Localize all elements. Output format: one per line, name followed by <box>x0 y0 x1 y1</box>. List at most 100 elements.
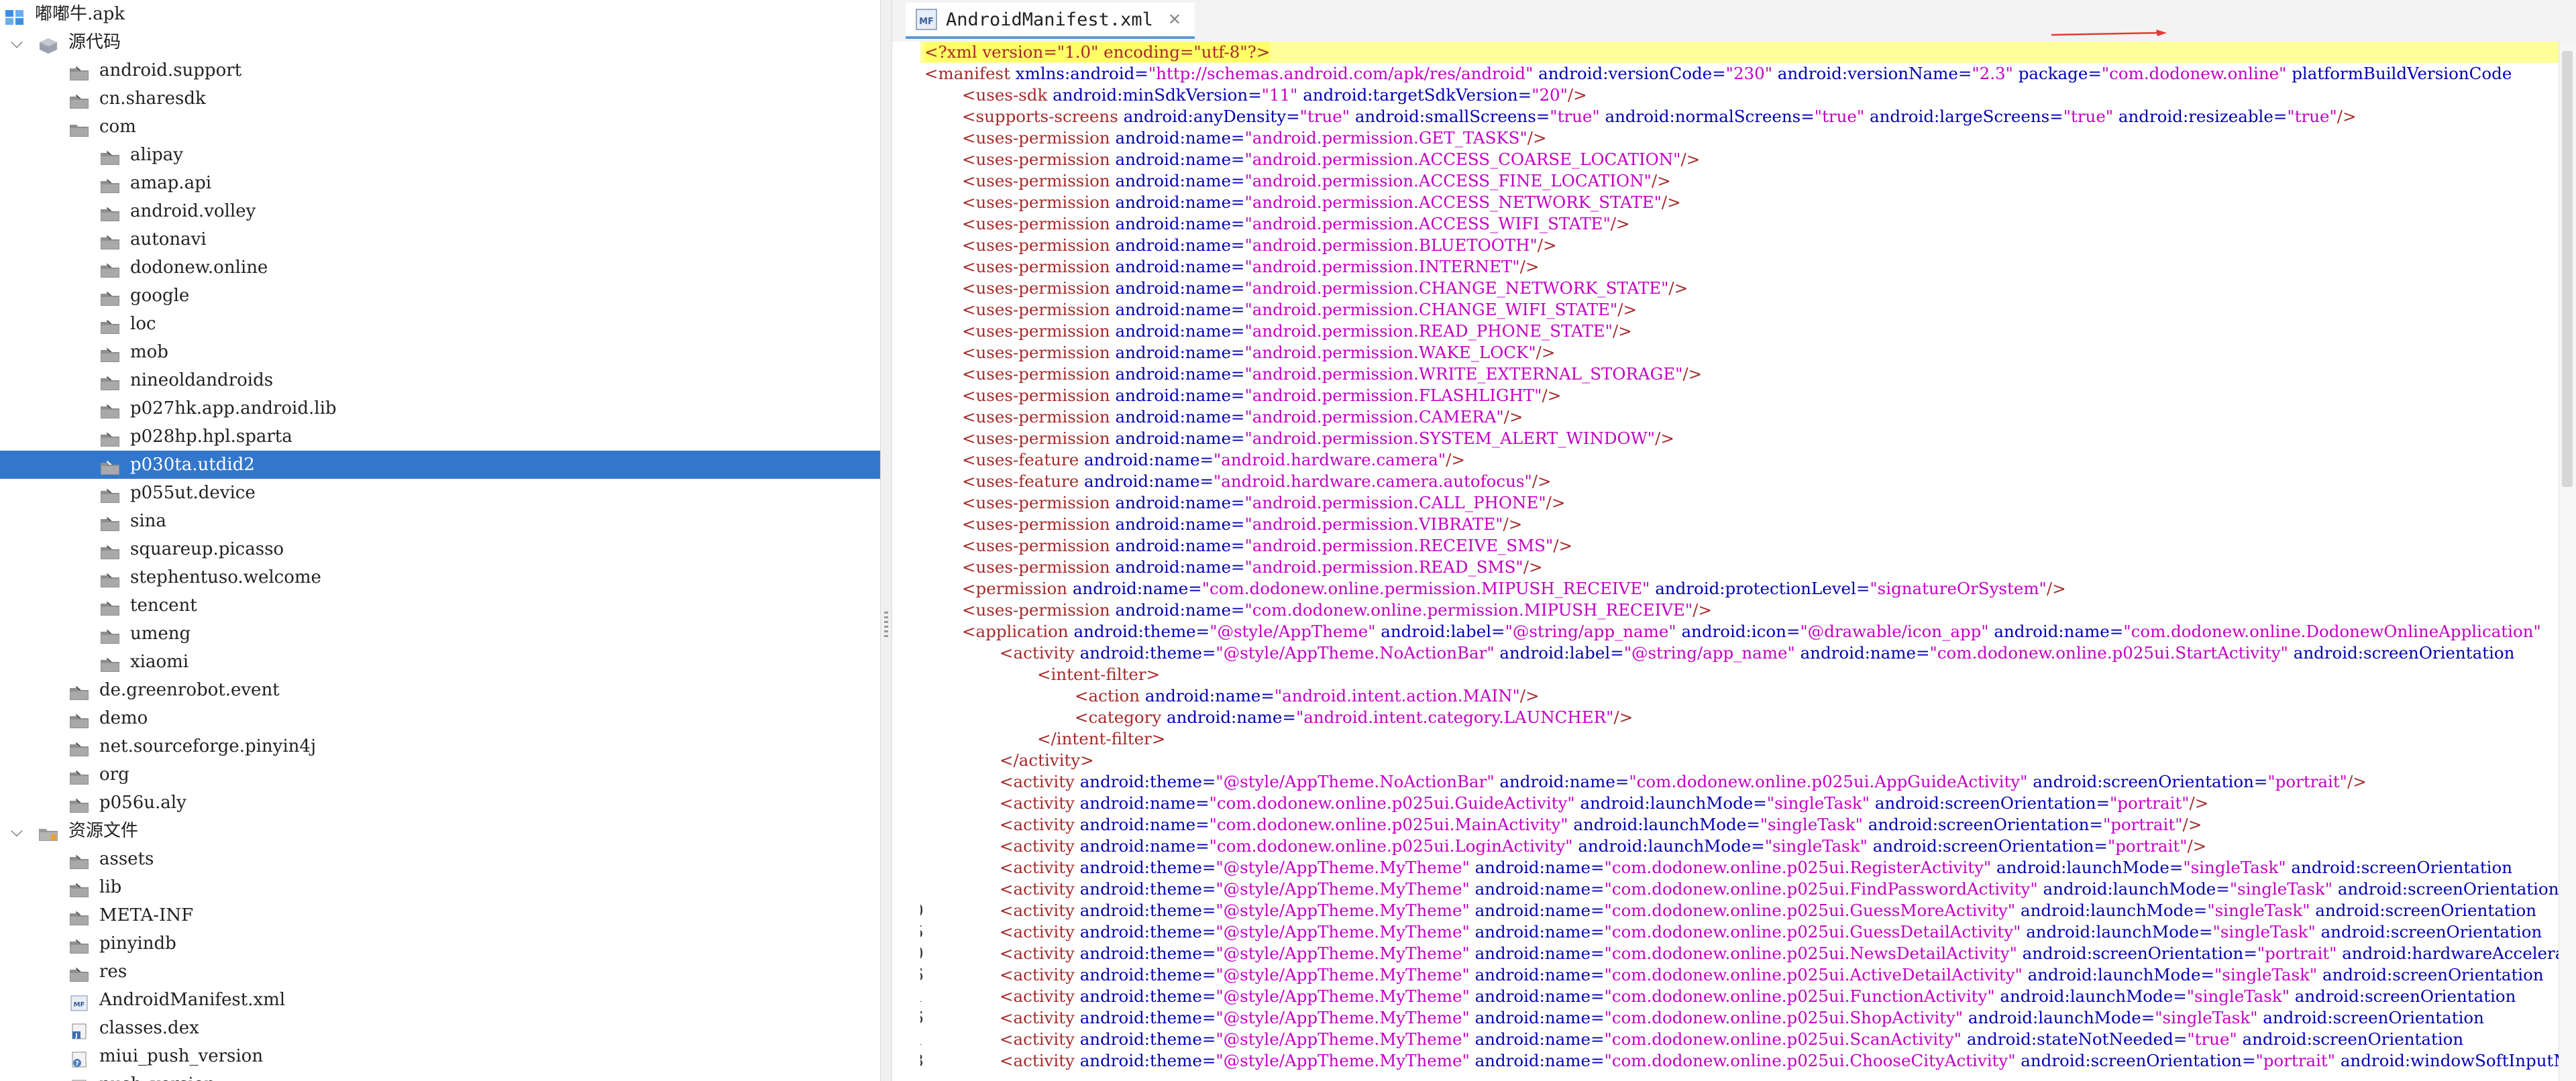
tree-package-p028hp[interactable]: ›p028hp.hpl.sparta <box>0 422 880 451</box>
close-icon[interactable]: ✕ <box>1168 10 1181 29</box>
code-line[interactable]: 38<uses-permission android:name="android… <box>920 428 2559 449</box>
code-line[interactable]: 54<uses-permission android:name="com.dod… <box>920 600 2559 621</box>
code-line[interactable]: <?xml version="1.0" encoding="utf-8"?> <box>920 42 2559 63</box>
code-line[interactable]: 30<uses-permission android:name="android… <box>920 299 2559 321</box>
tree-package-mob[interactable]: ›mob <box>0 338 880 366</box>
folder-icon <box>99 288 121 306</box>
tree-res-res[interactable]: ›res <box>0 958 880 986</box>
vertical-scrollbar[interactable] <box>2559 42 2576 1081</box>
xml-close-tag: </activity> <box>1000 750 1094 770</box>
pane-splitter[interactable] <box>880 0 892 1081</box>
tree-package-p055ut[interactable]: ›p055ut.device <box>0 479 880 507</box>
code-line[interactable]: 47<uses-permission android:name="android… <box>920 535 2559 557</box>
code-line[interactable]: 41<uses-feature android:name="android.ha… <box>920 471 2559 492</box>
tree-package-com[interactable]: ⌵com <box>0 113 880 141</box>
tree-package-tencent[interactable]: ›tencent <box>0 591 880 620</box>
code-line[interactable]: 28<uses-permission android:name="android… <box>920 256 2559 278</box>
code-line[interactable]: 29<uses-permission android:name="android… <box>920 278 2559 299</box>
code-line[interactable]: 12<supports-screens android:anyDensity="… <box>920 106 2559 127</box>
tree-package-sina[interactable]: ›sina <box>0 507 880 535</box>
code-line[interactable]: 24<uses-permission android:name="android… <box>920 192 2559 213</box>
code-line[interactable]: 82<activity android:name="com.dodonew.on… <box>920 814 2559 836</box>
code-line[interactable]: 7<uses-sdk android:minSdkVersion="11" an… <box>920 84 2559 106</box>
code-line[interactable]: 100<activity android:theme="@style/AppTh… <box>920 900 2559 921</box>
xml-tag: <uses-permission <box>962 407 1110 426</box>
code-line[interactable]: 73</activity> <box>920 750 2559 771</box>
tree-package-umeng[interactable]: ›umeng <box>0 620 880 648</box>
code-line[interactable]: 48<uses-permission android:name="android… <box>920 557 2559 578</box>
code-line[interactable]: 23<uses-permission android:name="android… <box>920 170 2559 192</box>
xml-attribute: android:theme= <box>1079 643 1216 663</box>
tree-package-squareup-picasso[interactable]: ›squareup.picasso <box>0 535 880 563</box>
tree-package-p027hk[interactable]: ›p027hk.app.android.lib <box>0 394 880 422</box>
code-line[interactable]: 90<activity android:theme="@style/AppThe… <box>920 857 2559 878</box>
code-line[interactable]: 2<manifest xmlns:android="http://schemas… <box>920 63 2559 84</box>
tree-root-apk[interactable]: 嘟嘟牛.apk <box>0 0 880 28</box>
code-line[interactable]: 43<uses-permission android:name="android… <box>920 492 2559 514</box>
tree-res-pinyindb[interactable]: ›pinyindb <box>0 929 880 958</box>
tree-file-androidmanifest[interactable]: MF AndroidManifest.xml <box>0 986 880 1014</box>
tree-package-demo[interactable]: ›demo <box>0 704 880 732</box>
code-line[interactable]: 63<intent-filter> <box>920 664 2559 685</box>
tree-file-miui-push-version[interactable]: ? miui_push_version <box>0 1042 880 1070</box>
tree-package-p030ta[interactable]: ›p030ta.utdid2 <box>0 451 880 479</box>
code-line[interactable]: 71<category android:name="android.intent… <box>920 707 2559 728</box>
code-line[interactable]: 138<activity android:theme="@style/AppTh… <box>920 1050 2559 1072</box>
code-line[interactable]: 40<uses-feature android:name="android.ha… <box>920 449 2559 471</box>
code-line[interactable]: 32<uses-permission android:name="android… <box>920 342 2559 363</box>
tree-res-meta-inf[interactable]: ›META-INF <box>0 901 880 929</box>
tree-resources[interactable]: ⌵ 资源文件 <box>0 817 880 845</box>
tree-package-amap-api[interactable]: ›amap.api <box>0 169 880 197</box>
code-line[interactable]: 36<uses-permission android:name="android… <box>920 406 2559 428</box>
chevron-down-icon[interactable]: ⌵ <box>8 28 25 56</box>
code-line[interactable]: 131<activity android:theme="@style/AppTh… <box>920 1029 2559 1050</box>
code-line[interactable]: 51<permission android:name="com.dodonew.… <box>920 578 2559 600</box>
code-line[interactable]: 126<activity android:theme="@style/AppTh… <box>920 1007 2559 1029</box>
code-line[interactable]: 74<activity android:theme="@style/AppThe… <box>920 771 2559 793</box>
tab-androidmanifest[interactable]: MF AndroidManifest.xml ✕ <box>906 3 1195 39</box>
code-line[interactable]: 116<activity android:theme="@style/AppTh… <box>920 964 2559 986</box>
tree-package-google[interactable]: ›google <box>0 282 880 310</box>
code-line[interactable]: 45<uses-permission android:name="android… <box>920 514 2559 535</box>
code-line[interactable]: 56<application android:theme="@style/App… <box>920 621 2559 642</box>
tree-package-xiaomi[interactable]: ›xiaomi <box>0 648 880 676</box>
code-line[interactable]: 21<uses-permission android:name="android… <box>920 149 2559 170</box>
code-view[interactable]: <?xml version="1.0" encoding="utf-8"?>2<… <box>920 42 2559 1081</box>
splitter-grip-icon[interactable] <box>884 612 888 638</box>
tree-package-org[interactable]: ›org <box>0 760 880 789</box>
code-line[interactable]: 86<activity android:name="com.dodonew.on… <box>920 836 2559 857</box>
tree-package-loc[interactable]: ›loc <box>0 310 880 338</box>
code-line[interactable]: 95<activity android:theme="@style/AppThe… <box>920 878 2559 900</box>
code-line[interactable]: 69<action android:name="android.intent.a… <box>920 685 2559 707</box>
tree-package-autonavi[interactable]: ›autonavi <box>0 225 880 253</box>
tree-package-pinyin4j[interactable]: ›net.sourceforge.pinyin4j <box>0 732 880 760</box>
code-line[interactable]: 105<activity android:theme="@style/AppTh… <box>920 921 2559 943</box>
tree-package-de-greenrobot-event[interactable]: ›de.greenrobot.event <box>0 676 880 704</box>
tree-package-stephentuso-welcome[interactable]: ›stephentuso.welcome <box>0 563 880 591</box>
code-line[interactable]: 110<activity android:theme="@style/AppTh… <box>920 943 2559 964</box>
code-line[interactable]: 121<activity android:theme="@style/AppTh… <box>920 986 2559 1007</box>
code-line[interactable]: 35<uses-permission android:name="android… <box>920 385 2559 406</box>
tree-file-push-version[interactable]: ? push_version <box>0 1070 880 1081</box>
tree-package-android-volley[interactable]: ›android.volley <box>0 197 880 225</box>
tree-package-cn-sharesdk[interactable]: ›cn.sharesdk <box>0 84 880 113</box>
tree-res-assets[interactable]: ›assets <box>0 845 880 873</box>
tree-package-p056u-aly[interactable]: ›p056u.aly <box>0 789 880 817</box>
code-line[interactable]: 31<uses-permission android:name="android… <box>920 321 2559 342</box>
tree-file-classes-dex[interactable]: Jclasses.dex <box>0 1014 880 1042</box>
tree-package-android-support[interactable]: ›android.support <box>0 56 880 84</box>
code-line[interactable]: 34<uses-permission android:name="android… <box>920 363 2559 385</box>
tree-package-alipay[interactable]: ›alipay <box>0 141 880 169</box>
code-line[interactable]: 72</intent-filter> <box>920 728 2559 750</box>
tree-package-nineoldandroids[interactable]: ›nineoldandroids <box>0 366 880 394</box>
chevron-down-icon[interactable]: ⌵ <box>8 817 25 845</box>
code-line[interactable]: 19<uses-permission android:name="android… <box>920 127 2559 149</box>
tree-source-code[interactable]: ⌵ 源代码 <box>0 28 880 56</box>
code-line[interactable]: 27<uses-permission android:name="android… <box>920 235 2559 256</box>
tree-res-lib[interactable]: ›lib <box>0 873 880 901</box>
tree-package-dodonew-online[interactable]: ›dodonew.online <box>0 253 880 282</box>
code-line[interactable]: 25<uses-permission android:name="android… <box>920 213 2559 235</box>
code-line[interactable]: 78<activity android:name="com.dodonew.on… <box>920 793 2559 814</box>
scrollbar-thumb[interactable] <box>2562 51 2573 487</box>
code-line[interactable]: 57<activity android:theme="@style/AppThe… <box>920 642 2559 664</box>
